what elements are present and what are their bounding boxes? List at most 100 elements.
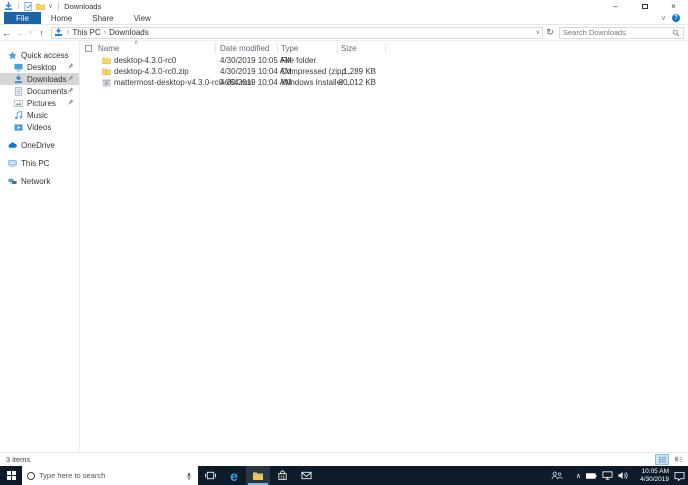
details-view-button[interactable] [655, 454, 669, 465]
network-icon [8, 178, 17, 184]
pin-icon [68, 63, 74, 69]
desktop: ∨ Downloads – × File Home Share View ∨ ?… [0, 0, 688, 485]
items-count: 3 items [6, 455, 31, 464]
taskbar-search-input[interactable] [39, 471, 181, 480]
file-list: ∧ Name Date modified Type Size desktop-4… [80, 40, 688, 452]
recent-locations-chevron[interactable]: ∨ [26, 29, 35, 36]
column-divider[interactable] [337, 43, 338, 53]
start-button[interactable] [0, 466, 22, 485]
search-box[interactable] [559, 26, 684, 39]
music-icon [15, 110, 23, 119]
sort-ascending-icon: ∧ [134, 40, 139, 46]
tab-home[interactable]: Home [41, 12, 82, 24]
tab-share[interactable]: Share [82, 12, 123, 24]
main-area: Quick access Desktop Downloads Documents… [0, 40, 688, 452]
column-divider[interactable] [277, 43, 278, 53]
breadcrumb-this-pc[interactable]: This PC [72, 28, 100, 37]
window-controls: – × [601, 0, 688, 12]
people-icon[interactable] [550, 471, 563, 480]
desktop-icon [14, 63, 23, 71]
file-explorer-button[interactable] [246, 466, 270, 485]
tab-view[interactable]: View [124, 12, 161, 24]
maximize-button[interactable] [630, 0, 659, 12]
maximize-icon [641, 3, 648, 9]
address-bar: ← → ∨ ↑ › This PC › Downloads ∨ ↻ [0, 25, 688, 41]
cortana-icon [27, 471, 35, 480]
properties-icon[interactable] [24, 1, 33, 11]
new-folder-icon[interactable] [36, 2, 45, 11]
sidebar-item-onedrive[interactable]: OneDrive [0, 139, 79, 151]
msi-installer-icon [102, 79, 111, 87]
store-icon [277, 470, 287, 481]
search-input[interactable] [560, 28, 672, 37]
refresh-icon[interactable]: ↻ [543, 27, 557, 38]
file-name: desktop-4.3.0-rc0.zip [114, 67, 189, 76]
file-name: desktop-4.3.0-rc0 [114, 56, 177, 65]
file-row-mattermost-msi[interactable]: mattermost-desktop-v4.3.0-rc0-x64.msi 4/… [80, 77, 688, 88]
breadcrumb-downloads[interactable]: Downloads [109, 28, 149, 37]
mail-button[interactable] [294, 466, 318, 485]
divider [18, 2, 19, 10]
forward-button[interactable]: → [13, 28, 26, 38]
taskbar-clock[interactable]: 10:05 AM 4/30/2019 [633, 468, 669, 484]
sidebar-item-this-pc[interactable]: This PC [0, 157, 79, 169]
large-icons-view-button[interactable] [671, 454, 685, 465]
file-explorer-icon [253, 472, 263, 480]
column-header-date-modified[interactable]: Date modified [220, 44, 269, 53]
sidebar-item-videos[interactable]: Videos [0, 121, 79, 133]
customize-qat-chevron[interactable]: ∨ [48, 2, 53, 10]
sidebar-item-desktop[interactable]: Desktop [0, 61, 79, 73]
sidebar-item-quick-access[interactable]: Quick access [0, 49, 79, 61]
speaker-icon[interactable] [618, 471, 628, 480]
cloud-icon [8, 141, 17, 148]
show-hidden-icons-chevron[interactable]: ∧ [576, 472, 581, 480]
sidebar-label: Pictures [27, 98, 56, 108]
minimize-button[interactable]: – [601, 0, 630, 12]
address-dropdown-chevron[interactable]: ∨ [536, 29, 540, 36]
sidebar-label: Quick access [21, 50, 69, 60]
help-icon[interactable]: ? [672, 14, 680, 22]
up-button[interactable]: ↑ [35, 28, 48, 38]
sidebar-item-network[interactable]: Network [0, 175, 79, 187]
sidebar-label: Videos [27, 122, 52, 132]
system-tray: ∧ 10:05 AM 4/30/2019 [550, 466, 688, 485]
sidebar-item-pictures[interactable]: Pictures [0, 97, 79, 109]
large-icons-view-icon [674, 456, 682, 462]
breadcrumb: › This PC › Downloads [67, 28, 149, 37]
quick-access-toolbar: ∨ [0, 1, 61, 11]
column-divider[interactable] [215, 43, 216, 53]
column-header-size[interactable]: Size [341, 44, 357, 53]
column-header-type[interactable]: Type [281, 44, 298, 53]
battery-icon[interactable] [586, 472, 597, 480]
edge-icon: e [230, 467, 238, 484]
sidebar-label: Desktop [27, 62, 57, 72]
expand-ribbon-chevron[interactable]: ∨ [661, 14, 666, 22]
select-all-checkbox[interactable] [85, 45, 92, 52]
star-icon [8, 50, 17, 59]
column-header-name[interactable]: Name [98, 44, 119, 53]
details-view-icon [658, 456, 666, 463]
address-field[interactable]: › This PC › Downloads ∨ [51, 26, 543, 39]
ribbon-tab-bar: File Home Share View ∨ ? [0, 12, 688, 25]
sidebar-item-documents[interactable]: Documents [0, 85, 79, 97]
file-row-desktop-zip[interactable]: desktop-4.3.0-rc0.zip 4/30/2019 10:04 AM… [80, 66, 688, 77]
taskbar-search-box[interactable] [22, 466, 198, 485]
action-center-icon[interactable] [674, 471, 685, 481]
column-divider[interactable] [385, 43, 386, 53]
sidebar-label: OneDrive [21, 140, 55, 150]
sidebar-label: Downloads [27, 74, 67, 84]
task-view-button[interactable] [198, 466, 222, 485]
sidebar-item-downloads[interactable]: Downloads [0, 73, 79, 85]
back-button[interactable]: ← [0, 28, 13, 38]
taskbar: e ∧ 10:05 AM 4/30/2019 [0, 466, 688, 485]
file-row-desktop-folder[interactable]: desktop-4.3.0-rc0 4/30/2019 10:05 AM Fil… [80, 55, 688, 66]
microphone-icon[interactable] [185, 472, 193, 480]
sidebar-item-music[interactable]: Music [0, 109, 79, 121]
tab-file[interactable]: File [4, 12, 41, 24]
downloads-icon [14, 74, 23, 83]
store-button[interactable] [270, 466, 294, 485]
close-button[interactable]: × [659, 0, 688, 12]
clock-time: 10:05 AM [641, 467, 669, 475]
network-tray-icon[interactable] [602, 471, 613, 480]
edge-button[interactable]: e [222, 466, 246, 485]
